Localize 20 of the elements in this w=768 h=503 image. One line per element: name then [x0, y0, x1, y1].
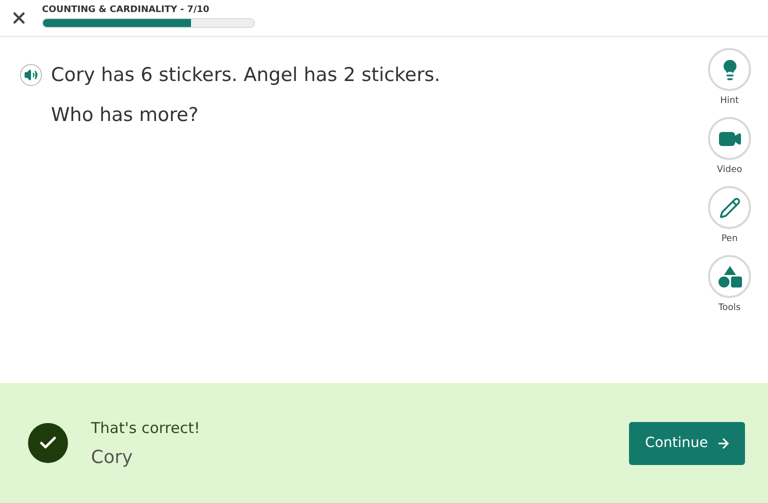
speaker-icon — [24, 68, 38, 82]
shapes-tool-button[interactable] — [708, 255, 751, 298]
tool-label: Tools — [718, 303, 741, 313]
check-icon — [28, 423, 68, 463]
tool-label: Video — [716, 165, 742, 175]
video-tool-button[interactable] — [708, 117, 751, 160]
pencil-icon — [718, 196, 740, 218]
question-text: Cory has 6 stickers. Angel has 2 stickers. — [51, 64, 440, 86]
hint-tool-button[interactable] — [708, 48, 751, 91]
tool-label: Hint — [720, 96, 739, 106]
speaker-button[interactable] — [20, 64, 42, 86]
continue-button[interactable]: Continue — [629, 422, 745, 464]
arrow-right-icon — [716, 436, 731, 450]
lesson-title: COUNTING & CARDINALITY - 7/10 — [42, 4, 210, 14]
question-text: Who has more? — [51, 104, 200, 126]
pen-tool-button[interactable] — [708, 186, 751, 229]
tool-label: Pen — [721, 234, 738, 244]
shapes-icon — [718, 266, 742, 288]
feedback-message: That's correct! — [91, 418, 201, 436]
answer-text: Cory — [91, 446, 134, 468]
